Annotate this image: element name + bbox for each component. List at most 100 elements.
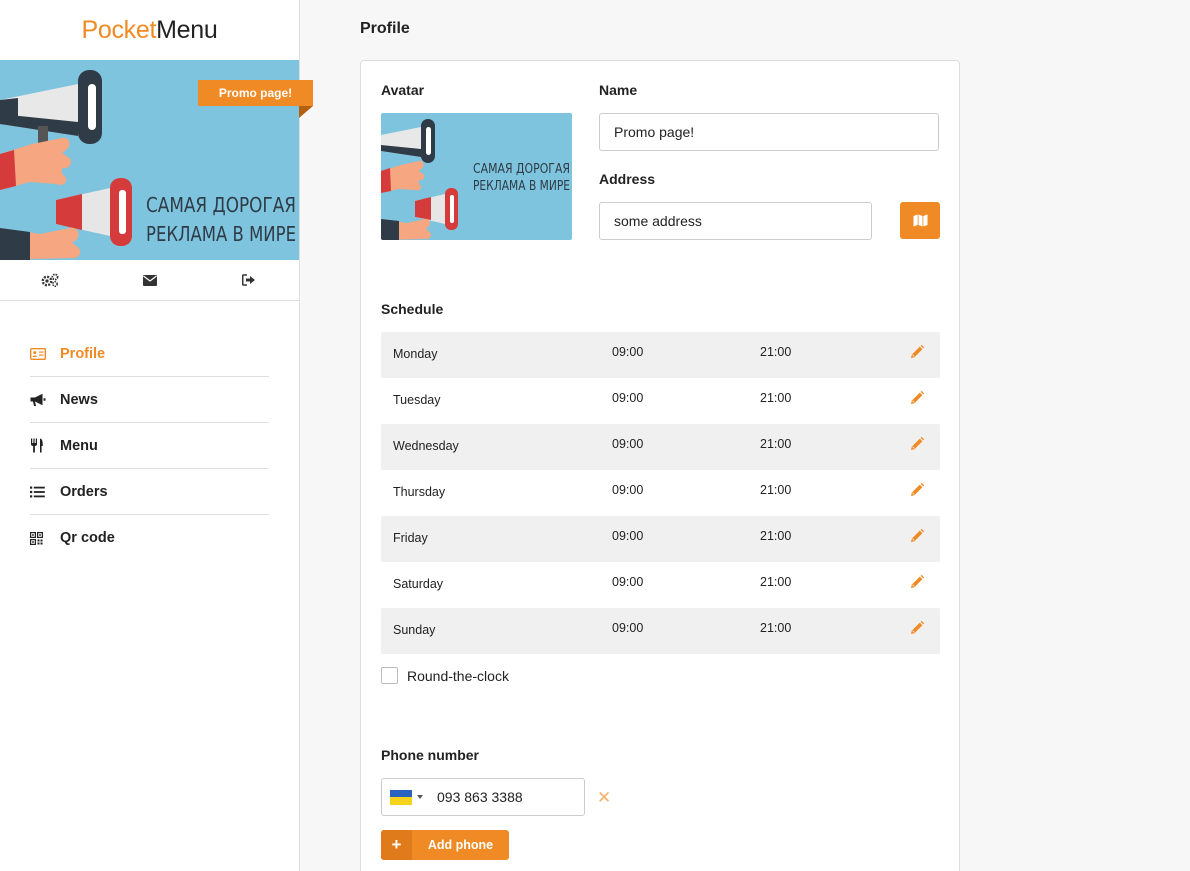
pencil-icon [911, 344, 925, 358]
address-label: Address [599, 171, 656, 187]
add-phone-label: Add phone [427, 838, 494, 852]
schedule-row: Monday 09:00 21:00 [381, 332, 940, 378]
schedule-open-time[interactable]: 09:00 [612, 621, 643, 635]
edit-schedule-button[interactable] [910, 574, 925, 592]
promo-ribbon-fold [299, 106, 313, 118]
round-the-clock-option[interactable]: Round-the-clock [381, 667, 509, 684]
sidebar-nav: Profile News Menu Orders Qr code [30, 331, 269, 561]
id-card-icon [30, 347, 46, 360]
phone-field[interactable]: 093 863 3388 [381, 778, 585, 816]
schedule-table: Monday 09:00 21:00 Tuesday 09:00 21:00 Wednesd… [381, 332, 940, 654]
page-title: Profile [360, 20, 410, 37]
edit-schedule-button[interactable] [910, 482, 925, 500]
avatar-text-line2: РЕКЛАМА В МИРЕ [473, 179, 570, 194]
pencil-icon [911, 620, 925, 634]
schedule-open-time[interactable]: 09:00 [612, 575, 643, 589]
sidebar-item-menu[interactable]: Menu [30, 423, 269, 469]
sidebar-item-profile[interactable]: Profile [30, 331, 269, 377]
sign-out-icon [242, 274, 256, 286]
promo-ribbon: Promo page! [198, 80, 313, 106]
ukraine-flag-icon-blue [390, 789, 412, 797]
chevron-down-icon [417, 795, 423, 799]
name-field[interactable] [599, 113, 939, 151]
close-icon: ✕ [597, 788, 612, 807]
edit-schedule-button[interactable] [910, 390, 925, 408]
phone-label: Phone number [381, 747, 480, 763]
schedule-row: Saturday 09:00 21:00 [381, 562, 940, 608]
schedule-label: Schedule [381, 301, 444, 317]
schedule-row: Friday 09:00 21:00 [381, 516, 940, 562]
sidebar-item-label: Menu [60, 437, 98, 454]
app-logo[interactable]: Pocket Menu [0, 0, 299, 60]
sidebar: Pocket Menu САМАЯ ДОРОГАЯ РЕКЛАМА В МИРЕ… [0, 0, 313, 871]
edit-schedule-button[interactable] [910, 344, 925, 362]
avatar-text-line1: САМАЯ ДОРОГАЯ [473, 162, 570, 177]
profile-icon-bar [0, 260, 299, 301]
schedule-close-time[interactable]: 21:00 [760, 391, 791, 405]
add-phone-button[interactable]: + Add phone [381, 830, 509, 860]
schedule-row: Sunday 09:00 21:00 [381, 608, 940, 654]
plus-icon: + [381, 830, 412, 860]
logout-button[interactable] [199, 260, 299, 300]
schedule-close-time[interactable]: 21:00 [760, 483, 791, 497]
megaphone-icon [30, 393, 46, 406]
schedule-day: Tuesday [393, 393, 441, 407]
map-icon [913, 214, 927, 227]
envelope-icon [142, 274, 157, 286]
edit-schedule-button[interactable] [910, 436, 925, 454]
schedule-close-time[interactable]: 21:00 [760, 345, 791, 359]
avatar-image[interactable]: САМАЯ ДОРОГАЯ РЕКЛАМА В МИРЕ [381, 113, 572, 240]
schedule-day: Thursday [393, 485, 446, 499]
round-the-clock-checkbox[interactable] [381, 667, 398, 684]
sidebar-item-label: News [60, 391, 98, 408]
pencil-icon [911, 574, 925, 588]
pencil-icon [911, 482, 925, 496]
sidebar-item-qr-code[interactable]: Qr code [30, 515, 269, 561]
schedule-close-time[interactable]: 21:00 [760, 529, 791, 543]
settings-icon [41, 273, 59, 287]
profile-card: Avatar САМАЯ ДОРОГАЯ РЕКЛАМА В МИРЕ Name… [360, 60, 960, 871]
edit-schedule-button[interactable] [910, 620, 925, 638]
settings-button[interactable] [0, 260, 100, 300]
schedule-day: Friday [393, 531, 428, 545]
sidebar-item-label: Profile [60, 345, 106, 362]
logo-part-pocket: Pocket [81, 15, 157, 44]
phone-number-value[interactable]: 093 863 3388 [437, 789, 523, 805]
round-the-clock-label: Round-the-clock [407, 667, 509, 684]
schedule-day: Wednesday [393, 439, 459, 453]
pencil-icon [911, 390, 925, 404]
schedule-open-time[interactable]: 09:00 [612, 437, 643, 451]
schedule-open-time[interactable]: 09:00 [612, 345, 643, 359]
cutlery-icon [31, 438, 43, 453]
schedule-row: Thursday 09:00 21:00 [381, 470, 940, 516]
messages-button[interactable] [100, 260, 200, 300]
schedule-day: Saturday [393, 577, 444, 591]
sidebar-item-news[interactable]: News [30, 377, 269, 423]
schedule-day: Sunday [393, 623, 436, 637]
edit-schedule-button[interactable] [910, 528, 925, 546]
logo-part-menu: Menu [156, 15, 218, 44]
country-flag-selector[interactable] [390, 789, 412, 805]
schedule-open-time[interactable]: 09:00 [612, 529, 643, 543]
schedule-close-time[interactable]: 21:00 [760, 437, 791, 451]
schedule-open-time[interactable]: 09:00 [612, 483, 643, 497]
name-label: Name [599, 82, 638, 98]
banner-text-line1: САМАЯ ДОРОГАЯ [146, 193, 296, 217]
list-icon [30, 486, 45, 497]
cover-banner: САМАЯ ДОРОГАЯ РЕКЛАМА В МИРЕ Promo page! [0, 60, 313, 260]
sidebar-item-orders[interactable]: Orders [30, 469, 269, 515]
address-field[interactable] [599, 202, 872, 240]
qrcode-icon [30, 531, 43, 545]
sidebar-item-label: Qr code [60, 530, 115, 546]
ukraine-flag-icon-yellow [390, 797, 412, 805]
schedule-close-time[interactable]: 21:00 [760, 575, 791, 589]
banner-text-line2: РЕКЛАМА В МИРЕ [146, 222, 296, 246]
sidebar-item-label: Orders [60, 483, 108, 500]
pencil-icon [911, 528, 925, 542]
map-button[interactable] [900, 202, 940, 239]
avatar-label: Avatar [381, 82, 425, 98]
remove-phone-button[interactable]: ✕ [597, 788, 611, 808]
schedule-close-time[interactable]: 21:00 [760, 621, 791, 635]
schedule-day: Monday [393, 347, 438, 361]
schedule-open-time[interactable]: 09:00 [612, 391, 643, 405]
